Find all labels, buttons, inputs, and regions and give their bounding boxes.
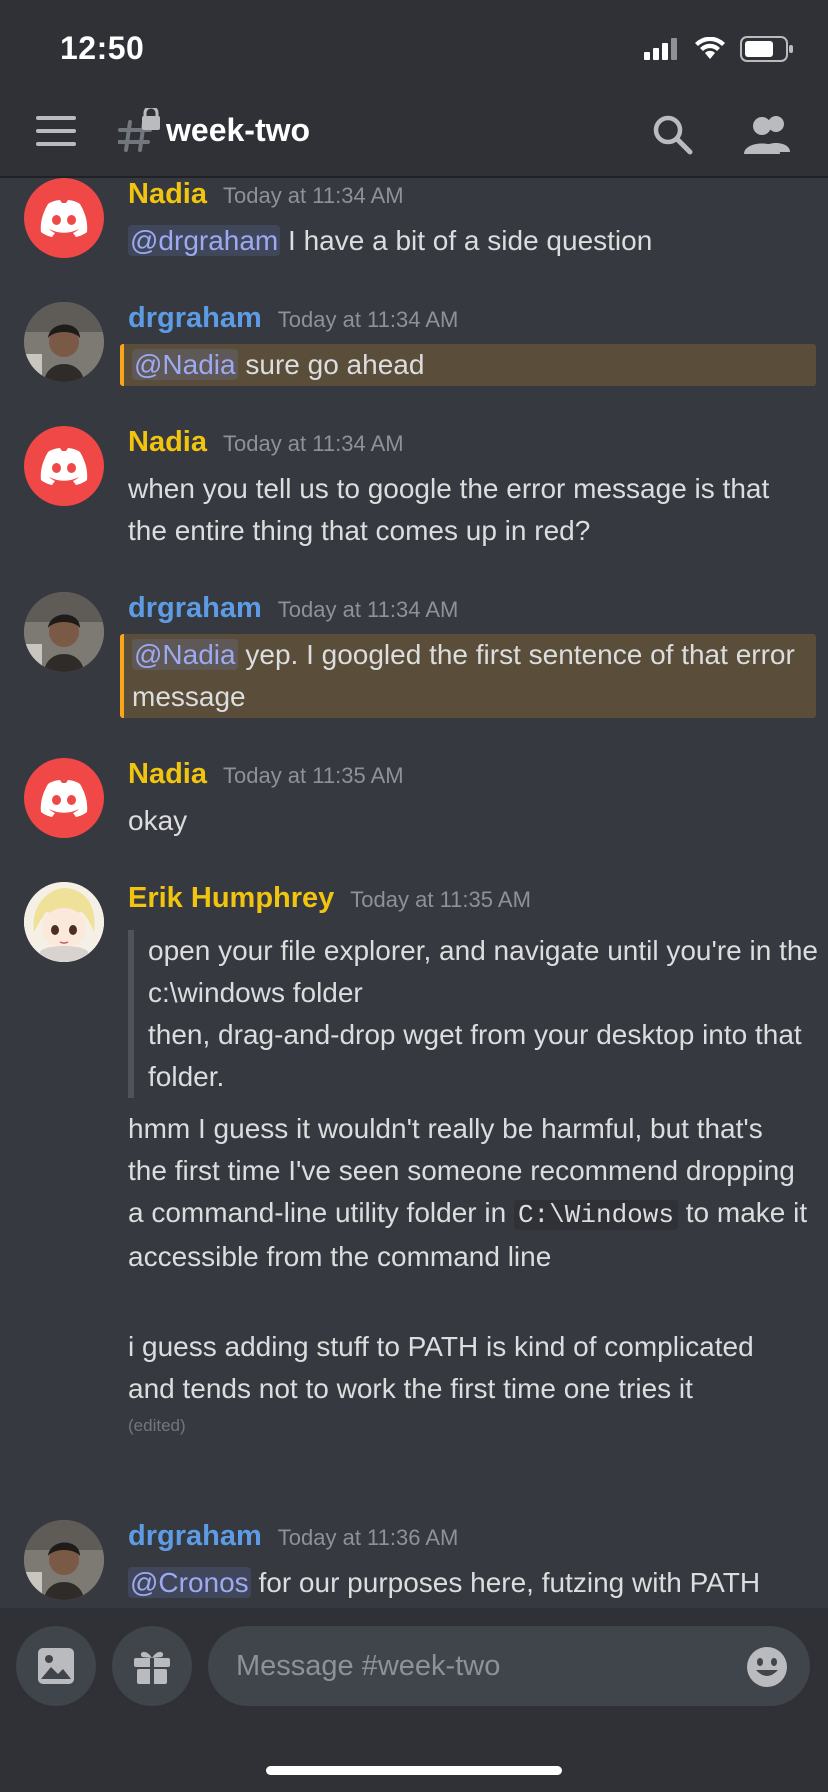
avatar-nadia[interactable] <box>24 178 104 258</box>
status-icons <box>644 36 794 62</box>
gift-icon <box>134 1651 170 1684</box>
message: Erik Humphrey Today at 11:35 AM open your… <box>0 882 828 1462</box>
user-mention[interactable]: @Cronos <box>128 1567 251 1598</box>
timestamp: Today at 11:35 AM <box>222 763 404 788</box>
channel-title: week-two <box>166 112 311 148</box>
message-meta: drgraham Today at 11:36 AM <box>128 1520 458 1553</box>
emoji-icon[interactable] <box>746 1646 788 1688</box>
gift-button[interactable] <box>112 1626 192 1706</box>
home-indicator[interactable] <box>266 1766 562 1775</box>
message-feed[interactable]: Nadia Today at 11:34 AM @drgraham I have … <box>0 178 828 1608</box>
discord-logo-icon <box>40 200 88 237</box>
image-icon <box>38 1648 74 1684</box>
avatar-erik-humphrey[interactable] <box>24 882 104 962</box>
message: drgraham Today at 11:34 AM @Nadia sure go… <box>0 302 828 392</box>
author-name[interactable]: Nadia <box>128 758 207 790</box>
wifi-icon <box>695 37 725 59</box>
message: drgraham Today at 11:34 AM @Nadia yep. I … <box>0 592 828 722</box>
menu-icon[interactable] <box>36 116 76 150</box>
mention-highlight: @Nadia sure go ahead <box>120 344 816 386</box>
block-quote: open your file explorer, and navigate un… <box>128 930 828 1098</box>
message-meta: Nadia Today at 11:34 AM <box>128 178 404 211</box>
channel-header: week-two <box>0 92 828 178</box>
timestamp: Today at 11:35 AM <box>350 887 531 912</box>
message-meta: drgraham Today at 11:34 AM <box>128 592 458 625</box>
profile-photo <box>24 302 104 382</box>
quote-line: then, drag-and-drop wget from your deskt… <box>148 1019 802 1092</box>
message: drgraham Today at 11:36 AM @Cronos for ou… <box>0 1520 828 1608</box>
discord-logo-icon <box>40 448 88 485</box>
message-text: i guess adding stuff to PATH is kind of … <box>128 1326 808 1410</box>
message-text: @drgraham I have a bit of a side questio… <box>128 220 808 262</box>
message-body: i guess adding stuff to PATH is kind of … <box>128 1331 754 1404</box>
author-name[interactable]: Nadia <box>128 426 207 458</box>
author-name[interactable]: Erik Humphrey <box>128 882 334 914</box>
anime-avatar <box>24 882 104 962</box>
author-name[interactable]: Nadia <box>128 178 207 210</box>
message-text: okay <box>128 805 188 836</box>
author-name[interactable]: drgraham <box>128 302 262 334</box>
avatar-drgraham[interactable] <box>24 302 104 382</box>
message: Nadia Today at 11:34 AM @drgraham I have … <box>0 178 828 288</box>
locked-channel-icon <box>118 108 160 152</box>
user-mention[interactable]: @Nadia <box>132 349 238 380</box>
avatar-nadia[interactable] <box>24 758 104 838</box>
message-text: @Nadia yep. I googled the first sentence… <box>132 634 802 718</box>
user-mention[interactable]: @drgraham <box>128 225 281 256</box>
message-text: @Nadia sure go ahead <box>132 344 802 386</box>
user-mention[interactable]: @Nadia <box>132 639 238 670</box>
quote-line: open your file explorer, and navigate un… <box>148 935 819 1008</box>
timestamp: Today at 11:36 AM <box>277 1525 459 1550</box>
timestamp: Today at 11:34 AM <box>222 183 404 208</box>
author-name[interactable]: drgraham <box>128 1520 262 1552</box>
status-bar: 12:50 <box>0 0 828 92</box>
message-composer <box>0 1608 828 1792</box>
mention-highlight: @Nadia yep. I googled the first sentence… <box>120 634 816 718</box>
avatar-nadia[interactable] <box>24 426 104 506</box>
message-meta: Nadia Today at 11:35 AM <box>128 758 404 791</box>
message-meta: Nadia Today at 11:34 AM <box>128 426 404 459</box>
message-body: I have a bit of a side question <box>280 225 653 256</box>
inline-code: C:\Windows <box>513 1200 678 1230</box>
message-meta: drgraham Today at 11:34 AM <box>128 302 458 335</box>
members-icon[interactable] <box>742 112 794 156</box>
timestamp: Today at 11:34 AM <box>222 431 404 456</box>
message-text: when you tell us to google the error mes… <box>128 473 770 546</box>
author-name[interactable]: drgraham <box>128 592 262 624</box>
profile-photo <box>24 1520 104 1600</box>
signal-icon <box>644 38 677 60</box>
avatar-drgraham[interactable] <box>24 1520 104 1600</box>
message-body: sure go ahead <box>237 349 425 380</box>
message-text: hmm I guess it wouldn't really be harmfu… <box>128 1108 808 1278</box>
message-input[interactable] <box>208 1626 810 1706</box>
timestamp: Today at 11:34 AM <box>277 307 459 332</box>
battery-icon <box>740 36 793 62</box>
discord-logo-icon <box>40 780 88 817</box>
message: Nadia Today at 11:34 AM when you tell us … <box>0 426 828 556</box>
message-meta: Erik Humphrey Today at 11:35 AM <box>128 882 531 915</box>
message: Nadia Today at 11:35 AM okay <box>0 758 828 848</box>
avatar-drgraham[interactable] <box>24 592 104 672</box>
search-icon[interactable] <box>650 112 694 156</box>
timestamp: Today at 11:34 AM <box>277 597 459 622</box>
status-time: 12:50 <box>60 30 145 66</box>
edited-label: (edited) <box>128 1416 186 1435</box>
image-upload-button[interactable] <box>16 1626 96 1706</box>
profile-photo <box>24 592 104 672</box>
message-text: @Cronos for our purposes here, futzing w… <box>128 1562 808 1608</box>
